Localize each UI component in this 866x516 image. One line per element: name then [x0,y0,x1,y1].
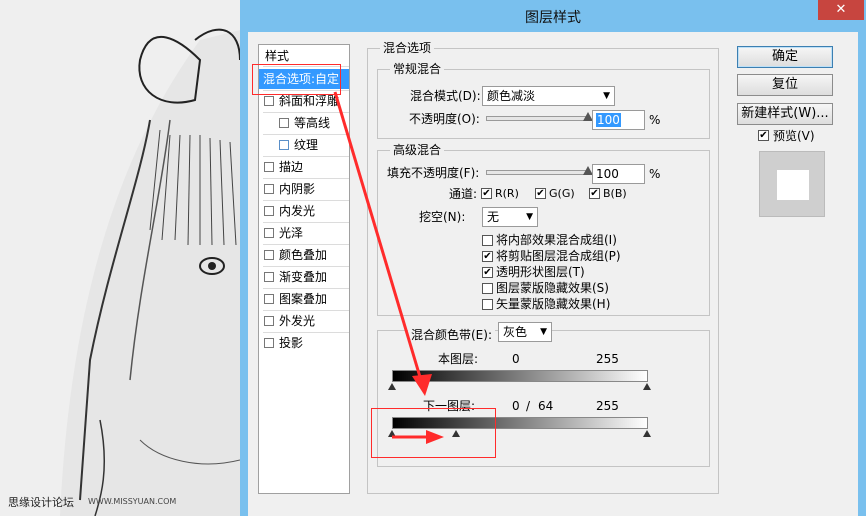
arrow-head-icon [412,374,432,396]
arrow-head-icon [426,430,444,444]
annotation-arrow-down [333,91,422,378]
annotation-arrows [333,91,444,444]
